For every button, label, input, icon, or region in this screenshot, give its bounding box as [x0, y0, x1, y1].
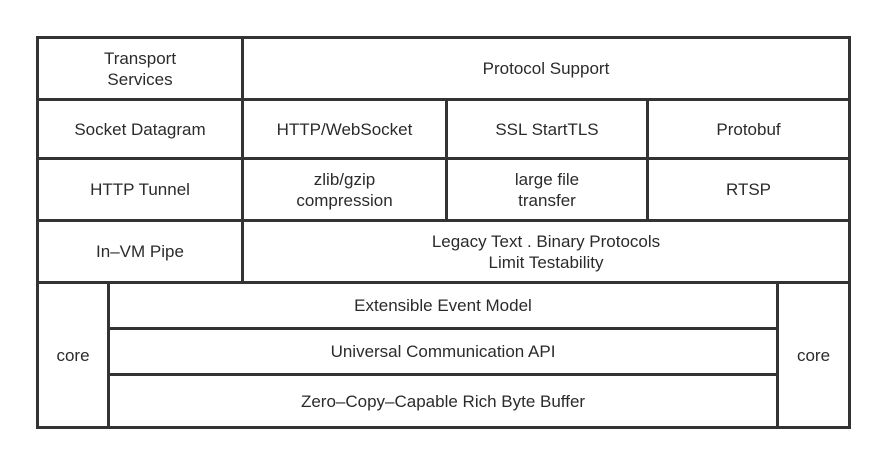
http-websocket-cell: HTTP/WebSocket	[276, 119, 413, 139]
architecture-diagram: Transport Services Protocol Support Sock…	[36, 36, 851, 429]
in-vm-pipe-cell: In–VM Pipe	[96, 242, 184, 261]
border-right	[848, 36, 851, 429]
universal-communication-api-cell: Universal Communication API	[330, 342, 556, 361]
large-file-transfer-cell: large file transfer	[514, 169, 580, 210]
http-tunnel-cell: HTTP Tunnel	[90, 180, 190, 199]
core-right-cell: core	[796, 345, 831, 365]
protocol-support-cell: Protocol Support	[482, 59, 610, 78]
transport-services-cell: Transport Services	[103, 48, 177, 89]
extensible-event-model-cell: Extensible Event Model	[354, 296, 532, 315]
zero-copy-byte-buffer-cell: Zero–Copy–Capable Rich Byte Buffer	[300, 391, 586, 411]
border-bottom	[36, 426, 851, 429]
socket-datagram-cell: Socket Datagram	[74, 119, 206, 139]
rtsp-cell: RTSP	[725, 180, 772, 199]
ssl-starttls-cell: SSL StartTLS	[495, 119, 599, 139]
protobuf-cell: Protobuf	[716, 119, 781, 139]
core-left-cell: core	[56, 345, 90, 365]
zlib-gzip-cell: zlib/gzip compression	[296, 169, 393, 210]
legacy-text-cell: Legacy Text . Binary Protocols Limit Tes…	[431, 231, 661, 272]
